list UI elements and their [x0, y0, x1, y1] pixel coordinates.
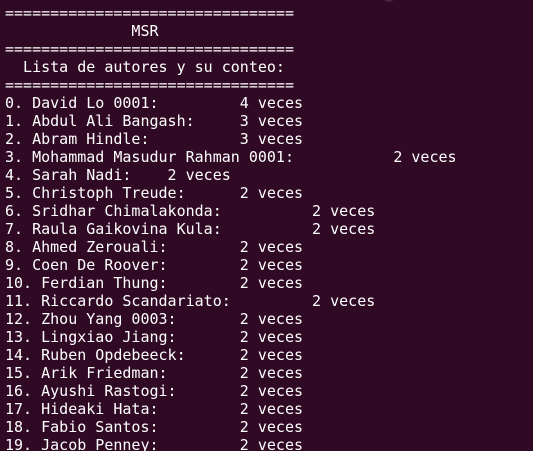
author-count-line: 6. Sridhar Chimalakonda: 2 veces [5, 202, 376, 220]
scroll-indicator [383, 0, 395, 2]
author-count-line: 19. Jacob Penney: 2 veces [5, 436, 304, 451]
author-count-line: 11. Riccardo Scandariato: 2 veces [5, 292, 376, 310]
author-count-line: 17. Hideaki Hata: 2 veces [5, 400, 304, 418]
author-count-line: 4. Sarah Nadi: 2 veces [5, 166, 231, 184]
separator-line: ================================ [5, 40, 294, 58]
list-heading: Lista de autores y su conteo: [5, 58, 285, 76]
author-count-line: 15. Arik Friedman: 2 veces [5, 364, 304, 382]
author-count-line: 2. Abram Hindle: 3 veces [5, 130, 304, 148]
author-count-line: 5. Christoph Treude: 2 veces [5, 184, 304, 202]
separator-line: ================================ [5, 76, 294, 94]
author-count-line: 13. Lingxiao Jiang: 2 veces [5, 328, 304, 346]
terminal-output: ================================ MSR ====… [5, 4, 457, 451]
author-count-line: 1. Abdul Ali Bangash: 3 veces [5, 112, 304, 130]
terminal-window[interactable]: ================================ MSR ====… [0, 0, 533, 451]
author-count-line: 3. Mohammad Masudur Rahman 0001: 2 veces [5, 148, 457, 166]
author-count-line: 12. Zhou Yang 0003: 2 veces [5, 310, 304, 328]
author-count-line: 14. Ruben Opdebeeck: 2 veces [5, 346, 304, 364]
author-count-line: 0. David Lo 0001: 4 veces [5, 94, 304, 112]
separator-line: ================================ [5, 4, 294, 22]
author-count-line: 18. Fabio Santos: 2 veces [5, 418, 304, 436]
author-count-line: 8. Ahmed Zerouali: 2 veces [5, 238, 304, 256]
author-count-line: 7. Raula Gaikovina Kula: 2 veces [5, 220, 376, 238]
author-count-line: 9. Coen De Roover: 2 veces [5, 256, 304, 274]
author-count-line: 16. Ayushi Rastogi: 2 veces [5, 382, 304, 400]
section-title: MSR [5, 22, 159, 40]
author-count-line: 10. Ferdian Thung: 2 veces [5, 274, 304, 292]
